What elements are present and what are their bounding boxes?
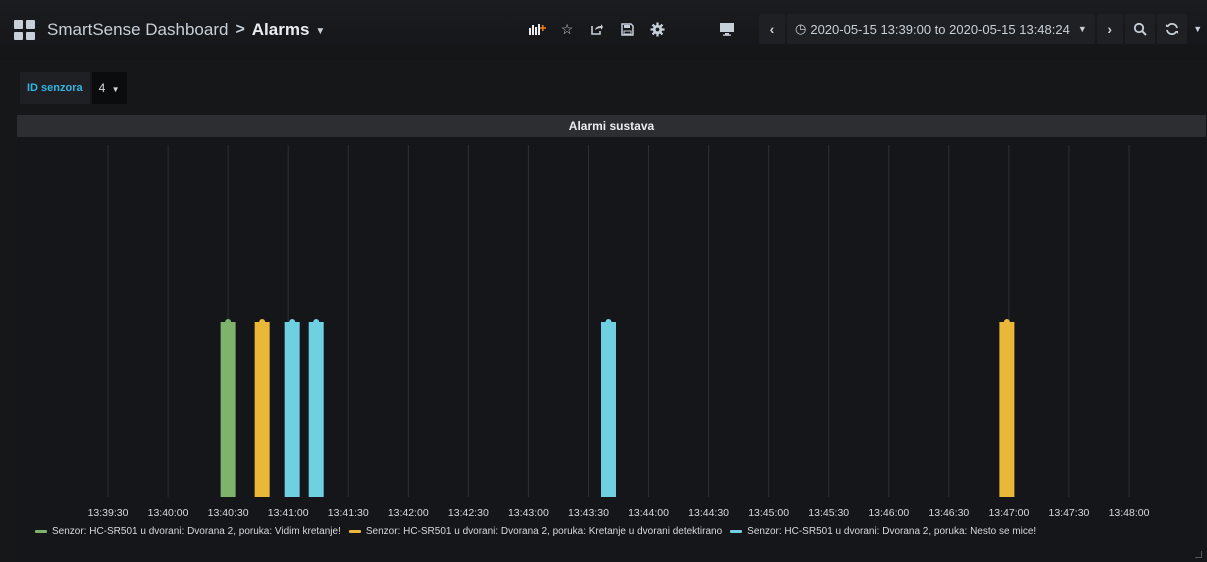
template-variables: ID senzora 4 ▼ <box>20 72 127 104</box>
time-range-text: 2020-05-15 13:39:00 to 2020-05-15 13:48:… <box>810 21 1070 37</box>
x-tick-label: 13:40:00 <box>148 507 189 519</box>
variable-value: 4 <box>98 81 106 95</box>
dashboard-breadcrumb[interactable]: SmartSense Dashboard > Alarms ▼ <box>14 17 325 43</box>
chevron-right-icon: › <box>1107 21 1113 37</box>
caret-down-icon: ▼ <box>111 85 120 94</box>
legend-label: Senzor: HC-SR501 u dvorani: Dvorana 2, p… <box>52 525 341 537</box>
x-tick-label: 13:40:30 <box>208 507 249 519</box>
alarm-bar[interactable] <box>220 322 236 497</box>
variable-select[interactable]: 4 ▼ <box>91 72 127 104</box>
legend-swatch <box>348 529 361 533</box>
time-forward-button[interactable]: › <box>1096 14 1123 44</box>
zoom-out-icon <box>1133 22 1147 36</box>
data-point[interactable] <box>259 319 266 325</box>
share-button[interactable] <box>582 14 612 44</box>
dropdown-icon: ▼ <box>1193 24 1203 34</box>
x-tick-label: 13:41:00 <box>268 507 309 519</box>
legend-swatch <box>730 529 743 533</box>
alarm-bar[interactable] <box>284 322 300 497</box>
time-picker: ‹ ◷ 2020-05-15 13:39:00 to 2020-05-15 13… <box>758 14 1207 44</box>
time-back-button[interactable]: ‹ <box>759 14 785 44</box>
refresh-interval-dropdown[interactable]: ▼ <box>1188 14 1207 44</box>
variable-label: ID senzora <box>20 72 90 104</box>
zoom-out-button[interactable] <box>1124 14 1155 44</box>
x-tick-label: 13:46:00 <box>868 507 909 519</box>
alarm-bar[interactable] <box>999 322 1015 497</box>
chevron-down-icon: ▼ <box>1077 24 1087 34</box>
star-icon: ☆ <box>560 20 574 37</box>
alarm-bar[interactable] <box>254 322 270 497</box>
data-point[interactable] <box>605 319 612 325</box>
top-navbar: SmartSense Dashboard > Alarms ▼ ☆ ‹ ◷ 20… <box>0 0 1207 60</box>
time-range-picker[interactable]: ◷ 2020-05-15 13:39:00 to 2020-05-15 13:4… <box>787 14 1095 44</box>
panel-title[interactable]: Alarmi sustava <box>17 115 1206 137</box>
add-panel-icon <box>529 24 546 35</box>
alarm-panel: 13:39:30 13:40:00 13:40:30 13:41:00 13:41:30… <box>17 115 1206 562</box>
legend-label: Senzor: HC-SR501 u dvorani: Dvorana 2, p… <box>365 525 723 537</box>
legend-item[interactable]: Senzor: HC-SR501 u dvorani: Dvorana 2, p… <box>730 526 1036 537</box>
gear-icon <box>649 21 665 37</box>
caret-down-icon[interactable]: ▼ <box>315 26 325 37</box>
save-icon <box>620 22 634 36</box>
tv-mode-icon <box>720 23 734 36</box>
share-icon <box>591 24 603 35</box>
alarm-bar[interactable] <box>308 322 324 497</box>
legend-item[interactable]: Senzor: HC-SR501 u dvorani: Dvorana 2, p… <box>348 525 723 537</box>
x-tick-label: 13:45:30 <box>808 507 849 519</box>
x-tick-label: 13:42:00 <box>388 507 429 519</box>
refresh-button[interactable] <box>1156 14 1187 44</box>
refresh-icon <box>1165 23 1178 35</box>
x-tick-label: 13:41:30 <box>328 507 369 519</box>
x-tick-label: 13:43:00 <box>508 507 549 519</box>
dashboard-toolbar: ☆ <box>522 14 672 44</box>
alarm-chart: 13:39:30 13:40:00 13:40:30 13:41:00 13:41:30… <box>88 145 1150 519</box>
settings-button[interactable] <box>642 14 672 44</box>
data-point[interactable] <box>1003 319 1010 325</box>
x-tick-label: 13:45:00 <box>748 507 789 519</box>
page-title[interactable]: Alarms <box>252 20 310 40</box>
save-button[interactable] <box>612 14 642 44</box>
x-tick-label: 13:46:30 <box>928 507 969 519</box>
dashboard-name[interactable]: SmartSense Dashboard <box>47 20 228 40</box>
data-point[interactable] <box>289 319 296 325</box>
add-panel-button[interactable] <box>522 14 552 44</box>
alarm-bar[interactable] <box>600 322 616 497</box>
clock-icon: ◷ <box>795 21 807 36</box>
legend-item[interactable]: Senzor: HC-SR501 u dvorani: Dvorana 2, p… <box>35 526 341 537</box>
data-point[interactable] <box>225 319 232 325</box>
x-tick-label: 13:42:30 <box>448 507 489 519</box>
breadcrumb-separator: > <box>235 21 245 38</box>
view-toolbar <box>712 14 742 44</box>
x-tick-label: 13:44:00 <box>628 507 669 519</box>
star-button[interactable]: ☆ <box>552 14 582 44</box>
x-tick-label: 13:48:00 <box>1109 507 1150 519</box>
x-tick-label: 13:47:00 <box>988 507 1029 519</box>
dashboard-grid-icon[interactable] <box>14 20 36 40</box>
legend-label: Senzor: HC-SR501 u dvorani: Dvorana 2, p… <box>747 525 1037 537</box>
x-tick-label: 13:39:30 <box>88 507 129 519</box>
data-point[interactable] <box>313 319 320 325</box>
legend-swatch <box>35 529 47 533</box>
chart-legend: Senzor: HC-SR501 u dvorani: Dvorana 2, p… <box>35 523 1195 539</box>
resize-handle[interactable] <box>1195 551 1202 558</box>
x-tick-label: 13:43:30 <box>568 507 609 519</box>
x-tick-label: 13:44:30 <box>688 507 729 519</box>
chevron-left-icon: ‹ <box>769 21 775 37</box>
x-tick-label: 13:47:30 <box>1049 507 1090 519</box>
tv-mode-button[interactable] <box>712 14 742 44</box>
